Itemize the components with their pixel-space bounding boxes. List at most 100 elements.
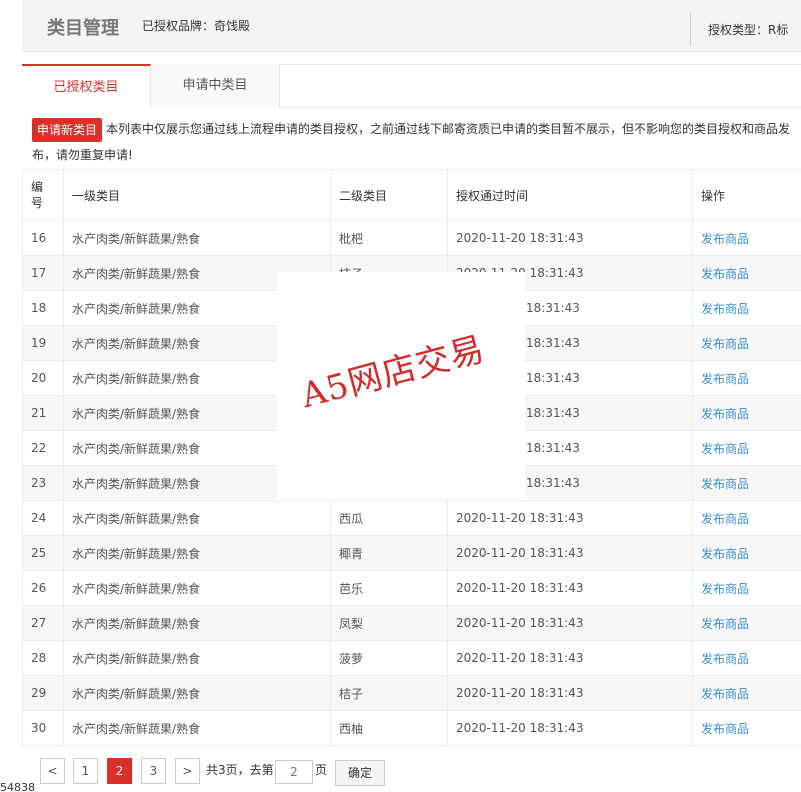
publish-product-link[interactable]: 发布商品 [701,372,749,386]
publish-product-link[interactable]: 发布商品 [701,442,749,456]
row-id: 26 [22,570,64,606]
row-time: 2020-11-20 18:31:43 [447,605,693,641]
publish-product-link[interactable]: 发布商品 [701,617,749,631]
row-action-cell: 发布商品 [692,325,801,361]
row-id: 29 [22,675,64,711]
row-time: 2020-11-20 18:31:43 [447,710,693,746]
row-action-cell: 发布商品 [692,465,801,501]
row-id: 27 [22,605,64,641]
total-pages-text: 共3页，去第 [206,763,274,777]
row-action-cell: 发布商品 [692,255,801,291]
row-id: 20 [22,360,64,396]
row-time: 2020-11-20 18:31:43 [447,535,693,571]
row-id: 18 [22,290,64,326]
table-row: 30 水产肉类/新鲜蔬果/熟食 西柚 2020-11-20 18:31:43 发布商品 [22,710,801,746]
goto-page-input[interactable] [275,760,313,784]
page-3-button[interactable]: 3 [141,758,166,784]
row-action-cell: 发布商品 [692,395,801,431]
column-header-cat1: 一级类目 [63,169,331,221]
page-suffix-text: 页 [315,763,328,777]
row-action-cell: 发布商品 [692,710,801,746]
row-action-cell: 发布商品 [692,360,801,396]
row-action-cell: 发布商品 [692,500,801,536]
table-row: 24 水产肉类/新鲜蔬果/熟食 西瓜 2020-11-20 18:31:43 发布商品 [22,500,801,536]
table-row: 25 水产肉类/新鲜蔬果/熟食 椰青 2020-11-20 18:31:43 发布商品 [22,535,801,571]
table-row: 26 水产肉类/新鲜蔬果/熟食 芭乐 2020-11-20 18:31:43 发布商品 [22,570,801,606]
top-header: 类目管理 已授权品牌：奇饯殿 授权类型：R标 [22,0,801,52]
table-row: 27 水产肉类/新鲜蔬果/熟食 凤梨 2020-11-20 18:31:43 发布商品 [22,605,801,641]
page-1-button[interactable]: 1 [73,758,98,784]
row-action-cell: 发布商品 [692,570,801,606]
column-header-action: 操作 [692,169,801,221]
publish-product-link[interactable]: 发布商品 [701,722,749,736]
row-id: 25 [22,535,64,571]
apply-new-category-button[interactable]: 申请新类目 [32,117,103,142]
table-row: 29 水产肉类/新鲜蔬果/熟食 桔子 2020-11-20 18:31:43 发布商品 [22,675,801,711]
publish-product-link[interactable]: 发布商品 [701,652,749,666]
row-cat2: 西瓜 [330,500,448,536]
row-cat1: 水产肉类/新鲜蔬果/熟食 [63,535,331,571]
row-id: 23 [22,465,64,501]
column-header-id: 编号 [22,169,64,221]
tab-authorized-categories[interactable]: 已授权类目 [22,64,151,108]
row-action-cell: 发布商品 [692,675,801,711]
row-id: 17 [22,255,64,291]
row-cat2: 芭乐 [330,570,448,606]
table-header-row: 编号 一级类目 二级类目 授权通过时间 操作 [22,169,801,221]
row-id: 21 [22,395,64,431]
row-cat2: 枇杷 [330,220,448,256]
row-time: 2020-11-20 18:31:43 [447,570,693,606]
row-time: 2020-11-20 18:31:43 [447,500,693,536]
prev-page-button[interactable]: < [40,758,65,784]
publish-product-link[interactable]: 发布商品 [701,582,749,596]
column-header-time: 授权通过时间 [447,169,693,221]
row-action-cell: 发布商品 [692,220,801,256]
notice-text: 本列表中仅展示您通过线上流程申请的类目授权，之前通过线下邮寄资质已申请的类目暂不… [32,122,791,162]
confirm-button[interactable]: 确定 [335,760,385,786]
publish-product-link[interactable]: 发布商品 [701,547,749,561]
row-cat1: 水产肉类/新鲜蔬果/熟食 [63,570,331,606]
authorized-brand: 已授权品牌：奇饯殿 [142,19,251,33]
tab-bar: 已授权类目 申请中类目 [22,64,801,108]
row-action-cell: 发布商品 [692,640,801,676]
page-2-button[interactable]: 2 [107,758,132,784]
footer-id: 54838 [0,781,35,792]
row-cat1: 水产肉类/新鲜蔬果/熟食 [63,710,331,746]
row-id: 16 [22,220,64,256]
row-cat2: 椰青 [330,535,448,571]
publish-product-link[interactable]: 发布商品 [701,337,749,351]
publish-product-link[interactable]: 发布商品 [701,512,749,526]
row-action-cell: 发布商品 [692,290,801,326]
row-time: 2020-11-20 18:31:43 [447,220,693,256]
header-divider [690,12,691,46]
publish-product-link[interactable]: 发布商品 [701,687,749,701]
page-title: 类目管理 [47,18,119,39]
row-action-cell: 发布商品 [692,605,801,641]
row-action-cell: 发布商品 [692,430,801,466]
publish-product-link[interactable]: 发布商品 [701,232,749,246]
publish-product-link[interactable]: 发布商品 [701,267,749,281]
row-cat2: 凤梨 [330,605,448,641]
publish-product-link[interactable]: 发布商品 [701,477,749,491]
row-cat2: 菠萝 [330,640,448,676]
row-cat2: 桔子 [330,675,448,711]
row-id: 22 [22,430,64,466]
publish-product-link[interactable]: 发布商品 [701,407,749,421]
row-cat1: 水产肉类/新鲜蔬果/熟食 [63,500,331,536]
row-id: 28 [22,640,64,676]
row-action-cell: 发布商品 [692,535,801,571]
publish-product-link[interactable]: 发布商品 [701,302,749,316]
row-cat1: 水产肉类/新鲜蔬果/熟食 [63,675,331,711]
row-cat1: 水产肉类/新鲜蔬果/熟食 [63,220,331,256]
row-id: 19 [22,325,64,361]
row-time: 2020-11-20 18:31:43 [447,640,693,676]
row-cat1: 水产肉类/新鲜蔬果/熟食 [63,640,331,676]
next-page-button[interactable]: > [175,758,200,784]
row-id: 24 [22,500,64,536]
table-row: 28 水产肉类/新鲜蔬果/熟食 菠萝 2020-11-20 18:31:43 发布商品 [22,640,801,676]
row-id: 30 [22,710,64,746]
column-header-cat2: 二级类目 [330,169,448,221]
row-cat1: 水产肉类/新鲜蔬果/熟食 [63,605,331,641]
tab-pending-categories[interactable]: 申请中类目 [151,64,280,108]
table-row: 16 水产肉类/新鲜蔬果/熟食 枇杷 2020-11-20 18:31:43 发布商品 [22,220,801,256]
